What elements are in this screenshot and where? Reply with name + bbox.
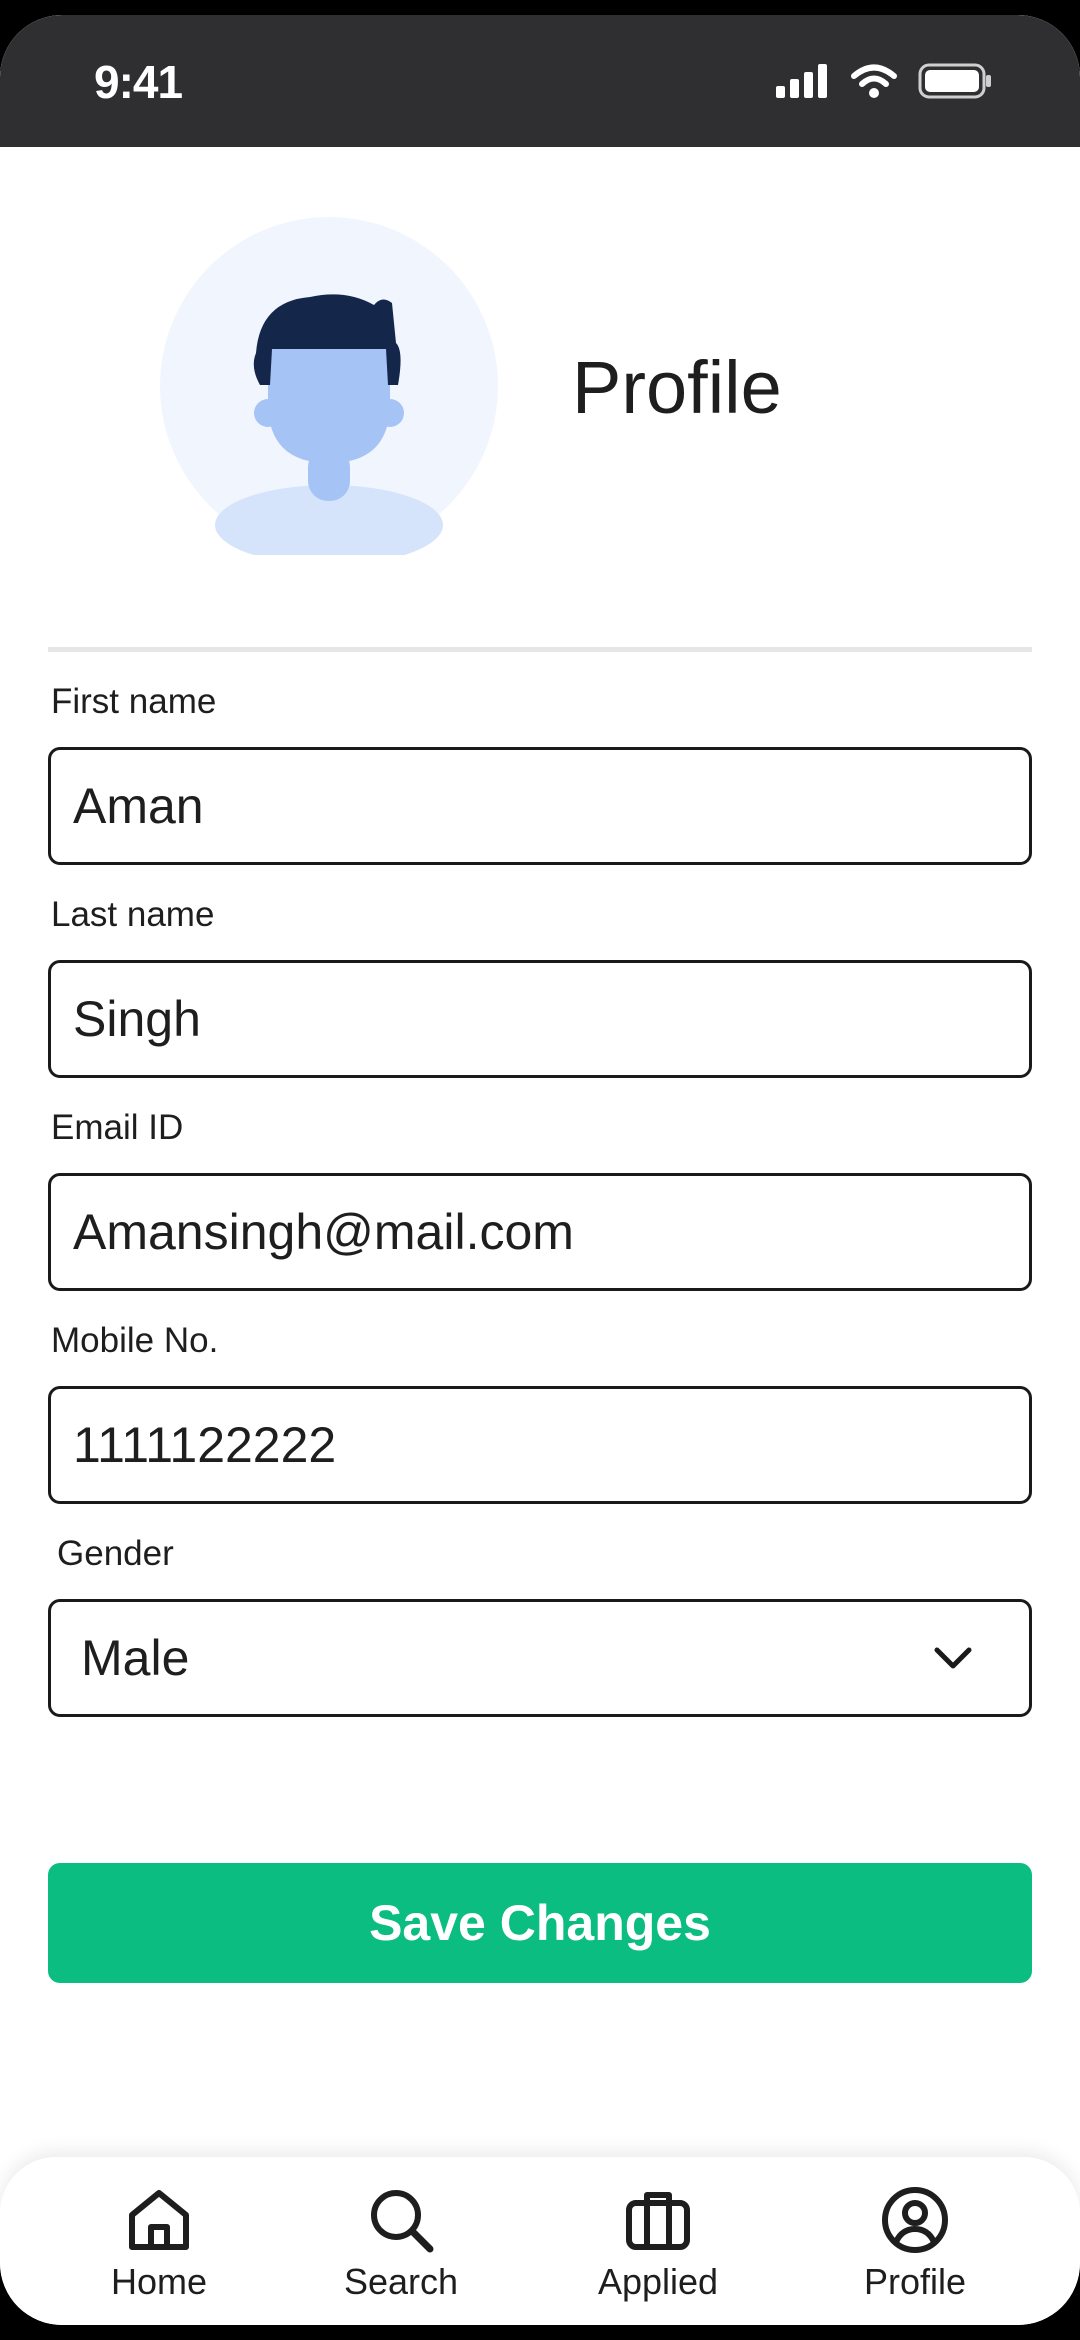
nav-item-search[interactable]: Search [301, 2185, 501, 2303]
signal-icon [776, 64, 827, 98]
battery-icon [918, 63, 991, 99]
wifi-icon [851, 64, 897, 98]
email-field[interactable] [48, 1173, 1032, 1291]
first-name-field[interactable] [48, 747, 1032, 865]
avatar[interactable] [160, 217, 498, 565]
email-input[interactable] [73, 1176, 1003, 1288]
last-name-field[interactable] [48, 960, 1032, 1078]
status-bar: 9:41 [0, 15, 1080, 147]
gender-selected-value: Male [81, 1630, 190, 1686]
first-name-input[interactable] [73, 750, 1003, 862]
save-changes-button[interactable]: Save Changes [48, 1863, 1032, 1983]
app-screen: 9:41 Profile First name Aman Last name S… [0, 15, 1080, 2325]
nav-item-applied[interactable]: Applied [558, 2185, 758, 2303]
last-name-label: Last name [51, 895, 215, 934]
nav-item-home[interactable]: Home [59, 2185, 259, 2303]
last-name-input[interactable] [73, 963, 1003, 1075]
nav-label-applied: Applied [597, 2261, 719, 2302]
nav-label-profile: Profile [863, 2261, 967, 2302]
gender-label: Gender [57, 1534, 174, 1573]
divider [48, 647, 1032, 652]
email-label: Email ID [51, 1108, 184, 1147]
search-icon [371, 2190, 434, 2253]
page-title: Profile [572, 346, 782, 429]
user-avatar-icon [160, 217, 498, 565]
chevron-down-icon [934, 1647, 972, 1669]
status-time: 9:41 [94, 56, 183, 108]
mobile-label: Mobile No. [51, 1321, 219, 1360]
user-circle-icon [882, 2187, 948, 2253]
first-name-label: First name [51, 682, 217, 721]
briefcase-icon [626, 2192, 690, 2250]
home-icon [129, 2190, 189, 2250]
mobile-field[interactable] [48, 1386, 1032, 1504]
bottom-nav: Home Search Applied Profile [0, 2157, 1080, 2325]
nav-label-home: Home [110, 2261, 208, 2302]
nav-label-search: Search [343, 2261, 459, 2302]
mobile-input[interactable] [73, 1389, 1003, 1501]
status-icons [776, 63, 992, 99]
gender-select[interactable]: Male [48, 1599, 1032, 1717]
nav-item-profile[interactable]: Profile [815, 2185, 1015, 2303]
